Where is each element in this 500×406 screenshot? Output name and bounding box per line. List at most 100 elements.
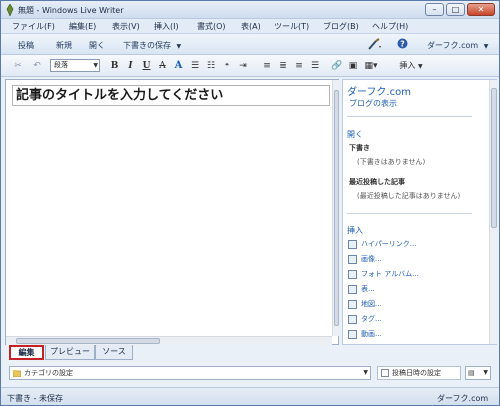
new-button[interactable]: 新規 — [56, 40, 72, 51]
sidebar-scrollbar[interactable] — [489, 80, 497, 344]
align-right-icon[interactable]: ≡ — [293, 60, 305, 72]
editor-horizontal-scrollbar[interactable] — [6, 336, 332, 345]
save-draft-button[interactable]: 下書きの保存 ▼ — [123, 40, 181, 51]
view-blog-link[interactable]: ブログの表示 — [349, 98, 397, 109]
minimize-icon: – — [432, 5, 437, 14]
scrollbar-thumb[interactable] — [334, 90, 339, 326]
insert-table-icon[interactable]: ▦▾ — [363, 60, 379, 72]
insert-video-link[interactable]: 動画... — [361, 329, 382, 339]
insert-picture-link[interactable]: 画像... — [361, 254, 382, 264]
italic-button[interactable]: I — [125, 60, 136, 72]
hyperlink-icon — [348, 240, 357, 249]
tab-edit[interactable]: 編集 — [9, 345, 44, 360]
divider — [347, 213, 472, 214]
insert-hyperlink-link[interactable]: ハイパーリンク... — [361, 239, 416, 249]
category-label: カテゴリの設定 — [24, 369, 73, 377]
theme-brush-button[interactable] — [367, 38, 383, 52]
tab-preview[interactable]: プレビュー — [45, 345, 95, 360]
post-button[interactable]: 投稿 — [18, 40, 34, 51]
status-bar: 下書き - 未保存 ダーフク.com — [1, 387, 499, 405]
chevron-down-icon: ▼ — [417, 63, 423, 70]
folder-icon — [13, 370, 21, 377]
sidebar: ダーフク.com ブログの表示 開く 下書き (下書きはありません) 最近投稿し… — [342, 79, 497, 345]
photo-album-icon — [348, 270, 357, 279]
insert-table-link[interactable]: 表... — [361, 284, 375, 294]
menu-blog[interactable]: ブログ(B) — [323, 21, 359, 32]
maximize-button[interactable]: □ — [446, 3, 465, 16]
insert-tags-link[interactable]: タグ... — [361, 314, 382, 324]
menu-file[interactable]: ファイル(F) — [12, 21, 55, 32]
editor-pane: 記事のタイトルを入力してください — [5, 79, 339, 345]
publish-date-label: 投稿日時の設定 — [392, 369, 441, 377]
scrollbar-thumb[interactable] — [16, 338, 160, 344]
command-bar: 投稿 新規 開く 下書きの保存 ▼ ? ダーフク.com ▼ — [1, 33, 499, 55]
open-link[interactable]: 開く — [347, 129, 363, 140]
menu-insert[interactable]: 挿入(I) — [154, 21, 179, 32]
title-bar: 無題 - Windows Live Writer – □ ✕ — [1, 1, 499, 19]
paragraph-style-value: 段落 — [54, 61, 68, 69]
recent-posts-heading: 最近投稿した記事 — [349, 178, 405, 186]
publish-date-setting[interactable]: 投稿日時の設定 — [377, 366, 461, 380]
underline-button[interactable]: U — [141, 60, 152, 72]
insert-menu-button[interactable]: 挿入 ▼ — [395, 60, 427, 72]
bold-button[interactable]: B — [109, 60, 120, 72]
indent-icon[interactable]: ⇥ — [237, 60, 249, 72]
video-icon — [348, 330, 357, 339]
brush-icon — [368, 38, 381, 50]
font-color-button[interactable]: A — [173, 60, 184, 72]
menu-bar: ファイル(F) 編集(E) 表示(V) 挿入(I) 書式(O) 表(A) ツール… — [1, 19, 499, 33]
strikethrough-button[interactable]: A — [157, 60, 168, 72]
save-draft-label: 下書きの保存 — [123, 41, 171, 50]
close-button[interactable]: ✕ — [467, 3, 495, 16]
app-window: 無題 - Windows Live Writer – □ ✕ ファイル(F) 編… — [0, 0, 500, 406]
minimize-button[interactable]: – — [425, 3, 444, 16]
bulleted-list-icon[interactable]: ☷ — [205, 60, 217, 72]
pen-nib-icon — [6, 4, 14, 16]
help-button[interactable]: ? — [397, 38, 408, 51]
help-icon: ? — [397, 38, 408, 49]
blog-selector[interactable]: ダーフク.com ▼ — [427, 40, 488, 51]
format-toolbar: ✂ ↶ 段落 ▼ B I U A A ☰ ☷ ❝ ⇥ ≡ ≣ ≡ ☰ 🔗 ▣ ▦… — [1, 55, 499, 77]
window-title: 無題 - Windows Live Writer — [18, 6, 124, 15]
menu-tools[interactable]: ツール(T) — [274, 21, 309, 32]
cut-icon[interactable]: ✂ — [11, 60, 25, 72]
chevron-down-icon: ▼ — [483, 43, 489, 50]
picture-icon — [348, 255, 357, 264]
post-title-input[interactable]: 記事のタイトルを入力してください — [12, 85, 330, 106]
no-drafts-text: (下書きはありません) — [357, 158, 426, 166]
calendar-icon: ▤ — [468, 369, 475, 377]
tab-source[interactable]: ソース — [95, 345, 133, 360]
status-text: 下書き - 未保存 — [7, 394, 63, 403]
align-justify-icon[interactable]: ☰ — [309, 60, 321, 72]
editor-vertical-scrollbar[interactable] — [332, 80, 339, 336]
blog-selector-label: ダーフク.com — [427, 41, 479, 50]
checkbox-icon[interactable] — [381, 369, 389, 377]
open-button[interactable]: 開く — [89, 40, 105, 51]
undo-icon[interactable]: ↶ — [31, 60, 43, 72]
insert-photo-album-link[interactable]: フォト アルバム... — [361, 269, 419, 279]
table-icon — [348, 285, 357, 294]
menu-help[interactable]: ヘルプ(H) — [372, 21, 408, 32]
insert-picture-icon[interactable]: ▣ — [347, 60, 359, 72]
insert-link-icon[interactable]: 🔗 — [331, 60, 343, 72]
align-left-icon[interactable]: ≡ — [261, 60, 273, 72]
chevron-down-icon: ▼ — [176, 43, 182, 50]
insert-menu-label: 挿入 — [399, 61, 416, 70]
scrollbar-thumb[interactable] — [491, 88, 497, 228]
tag-icon — [348, 315, 357, 324]
numbered-list-icon[interactable]: ☰ — [189, 60, 201, 72]
menu-edit[interactable]: 編集(E) — [69, 21, 96, 32]
insert-heading: 挿入 — [347, 226, 363, 235]
blockquote-icon[interactable]: ❝ — [221, 60, 233, 72]
calendar-button[interactable]: ▤ ▼ — [465, 366, 491, 380]
align-center-icon[interactable]: ≣ — [277, 60, 289, 72]
paragraph-style-select[interactable]: 段落 ▼ — [50, 59, 100, 72]
menu-table[interactable]: 表(A) — [241, 21, 261, 32]
menu-view[interactable]: 表示(V) — [112, 21, 140, 32]
menu-format[interactable]: 書式(O) — [197, 21, 226, 32]
chevron-down-icon: ▼ — [363, 369, 368, 376]
chevron-down-icon: ▼ — [93, 62, 98, 69]
category-select[interactable]: カテゴリの設定 ▼ — [9, 366, 371, 380]
insert-map-link[interactable]: 地図... — [361, 299, 382, 309]
close-icon: ✕ — [477, 5, 485, 14]
